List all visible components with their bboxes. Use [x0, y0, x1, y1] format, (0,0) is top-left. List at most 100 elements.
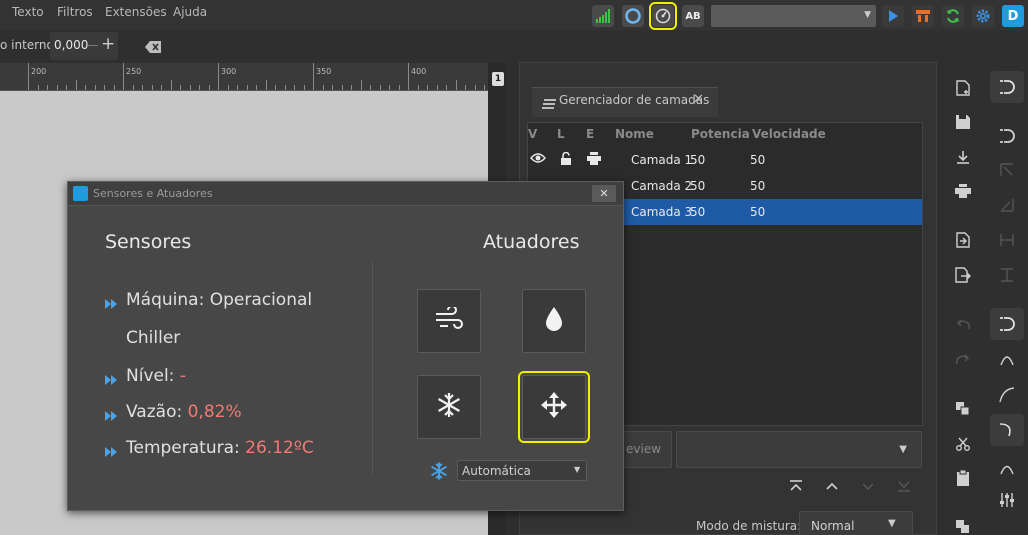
column-header-locked[interactable]: L [557, 127, 565, 141]
ruler-tick [484, 85, 485, 90]
ruler-tick [28, 63, 29, 90]
sensor-machine: Máquina: Operacional [126, 290, 312, 310]
ruler-tick [199, 85, 200, 90]
import-icon[interactable] [953, 230, 973, 250]
preview-combo[interactable]: ▼ [676, 431, 922, 468]
move-down-icon[interactable] [861, 480, 875, 496]
chevron-down-icon: ▼ [574, 465, 581, 474]
sensor-label: Nível: [126, 366, 180, 386]
move-to-top-icon[interactable] [789, 480, 803, 496]
ruler-tick [284, 85, 286, 90]
play-button[interactable] [882, 5, 904, 27]
column-header-print[interactable]: E [586, 127, 594, 141]
column-header-visible[interactable]: V [528, 127, 537, 141]
paste-icon[interactable] [953, 468, 973, 488]
actuators-heading: Atuadores [483, 231, 580, 253]
ruler-tick [218, 63, 219, 90]
ruler-tick [56, 85, 58, 90]
ruler-tick [351, 85, 352, 90]
bullet-arrow-icon [104, 407, 120, 426]
ruler-tick [142, 85, 143, 90]
copy-icon[interactable] [953, 399, 973, 419]
ruler-tick [66, 85, 67, 90]
ruler-tick [256, 85, 257, 90]
move-actuator-button[interactable] [518, 371, 590, 443]
menu-extensoes[interactable]: Extensões [105, 5, 167, 19]
download-icon[interactable] [953, 147, 973, 167]
arc-icon[interactable] [997, 350, 1017, 370]
undo-icon[interactable] [953, 315, 973, 335]
align-diagonal-icon[interactable] [997, 195, 1017, 215]
ruler-tick [237, 85, 238, 90]
signal-button[interactable] [592, 5, 614, 27]
curve-icon[interactable] [997, 385, 1017, 405]
ruler-tick [465, 85, 466, 90]
signal-bars-icon [595, 9, 611, 23]
cut-icon[interactable] [953, 434, 973, 454]
clear-field-icon[interactable] [145, 38, 161, 57]
eye-icon[interactable] [530, 152, 546, 167]
refresh-icon [945, 8, 961, 24]
app-logo-icon [73, 186, 88, 201]
refresh-button[interactable] [942, 5, 964, 27]
move-up-icon[interactable] [825, 480, 839, 496]
cooling-actuator-button[interactable] [417, 375, 481, 439]
ruler-label: 350 [316, 67, 332, 76]
sensor-temperature: Temperatura: 26.12ºC [126, 438, 314, 458]
unlock-icon[interactable] [559, 151, 573, 169]
column-header-speed[interactable]: Velocidade [752, 127, 826, 141]
move-to-bottom-icon[interactable] [897, 480, 911, 496]
distribute-grid-icon[interactable] [997, 265, 1017, 285]
table-row[interactable]: Camada 1 50 50 [528, 147, 922, 173]
printer-icon[interactable] [587, 152, 601, 168]
adjust-sliders-icon[interactable] [997, 490, 1017, 510]
decrement-icon[interactable] [88, 45, 98, 46]
chevron-down-icon: ▼ [888, 518, 896, 529]
sensors-heading: Sensores [105, 231, 192, 253]
export-icon[interactable] [953, 265, 973, 285]
ruler-tick [446, 85, 447, 90]
lifebuoy-button[interactable] [622, 5, 644, 27]
mode-select-value: Automática [462, 464, 531, 478]
water-actuator-button[interactable] [522, 289, 586, 353]
ruler-tick [227, 85, 229, 90]
text-tool-button[interactable]: AB [682, 5, 704, 27]
new-file-icon[interactable] [953, 78, 973, 98]
print-icon[interactable] [953, 181, 973, 201]
toolbar-combo[interactable]: ▼ [711, 5, 876, 27]
column-header-name[interactable]: Nome [615, 127, 654, 141]
sensor-label: Máquina: [126, 290, 210, 310]
spacing-input[interactable]: 0,000 [54, 38, 88, 52]
bullet-arrow-icon [104, 295, 120, 314]
ruler-tick [85, 85, 86, 90]
layer-name: Camada 3 [631, 205, 693, 219]
menu-filtros[interactable]: Filtros [57, 5, 93, 19]
fan-actuator-button[interactable] [417, 289, 481, 353]
app-logo-button[interactable]: D [1002, 5, 1024, 27]
close-button[interactable]: ✕ [592, 185, 616, 202]
device-logo-icon[interactable] [997, 126, 1017, 146]
align-top-left-icon[interactable] [997, 160, 1017, 180]
ruler-tick [370, 85, 371, 90]
redo-icon[interactable] [953, 350, 973, 370]
page-badge: 1 [492, 72, 504, 86]
column-header-power[interactable]: Potencia [691, 127, 750, 141]
ruler-tick [123, 63, 124, 90]
ruler-tick [208, 85, 210, 90]
ruler-tick [417, 85, 419, 90]
menu-ajuda[interactable]: Ajuda [173, 5, 207, 19]
store-button[interactable] [912, 5, 934, 27]
duplicate-icon[interactable] [953, 517, 973, 535]
bend-icon[interactable] [997, 458, 1017, 478]
menu-texto[interactable]: Texto [12, 5, 44, 19]
save-icon[interactable] [953, 112, 973, 132]
settings-button[interactable] [972, 5, 994, 27]
close-tab-icon[interactable]: ✕ [693, 92, 704, 107]
chevron-down-icon: ▼ [864, 10, 871, 20]
increment-icon[interactable]: + [101, 34, 115, 54]
device-logo-icon [997, 77, 1017, 97]
align-grid-icon[interactable] [997, 230, 1017, 250]
layer-name: Camada 1 [631, 153, 693, 167]
sensors-gauge-button[interactable] [649, 2, 677, 30]
device-logo-icon [997, 314, 1017, 334]
